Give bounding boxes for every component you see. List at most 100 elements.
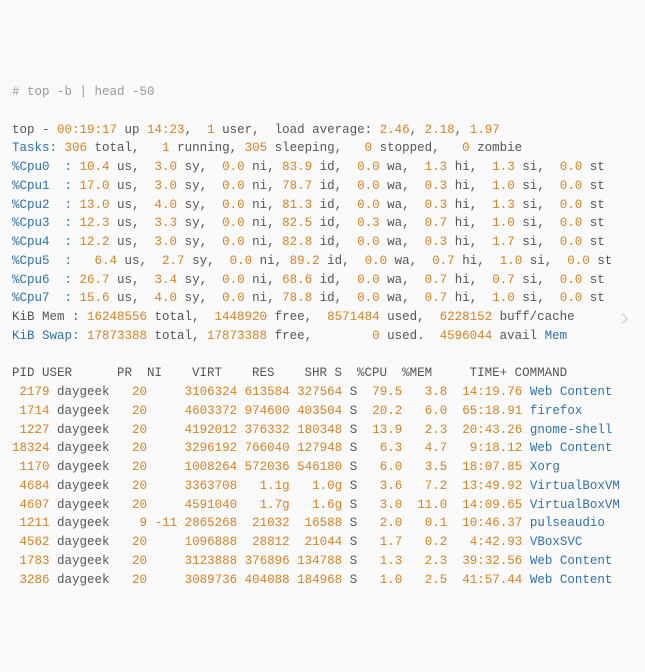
- proc-mem: 2.3: [417, 423, 447, 437]
- cpu-si: 1.0: [492, 291, 515, 305]
- proc-state: S: [350, 441, 358, 455]
- cpu-id: 68.6: [282, 273, 312, 287]
- proc-mem: 2.5: [417, 573, 447, 587]
- proc-pid: 4684: [12, 479, 50, 493]
- swap-mem-label: Mem: [545, 329, 568, 343]
- proc-res: 28812: [245, 535, 290, 549]
- cpu-sy: 3.0: [155, 235, 178, 249]
- proc-cpu: 1.7: [372, 535, 402, 549]
- cpu-si: 1.3: [492, 160, 515, 174]
- proc-time: 4:42.93: [455, 535, 523, 549]
- cpu-si: 1.0: [500, 254, 523, 268]
- proc-pid: 1227: [12, 423, 50, 437]
- tasks-zombie: 0: [462, 141, 470, 155]
- proc-shr: 1.0g: [297, 479, 342, 493]
- cpu-hi: 0.7: [425, 273, 448, 287]
- proc-virt: 3123888: [185, 554, 238, 568]
- cpu-ni: 0.0: [230, 254, 253, 268]
- proc-time: 9:18.12: [455, 441, 523, 455]
- mem-used: 8571484: [327, 310, 380, 324]
- cpu-us: 26.7: [80, 273, 110, 287]
- cpu-st: 0.0: [560, 160, 583, 174]
- proc-state: S: [350, 404, 358, 418]
- cpu-hi: 0.3: [425, 198, 448, 212]
- proc-mem: 0.1: [417, 516, 447, 530]
- users-count: 1: [207, 123, 215, 137]
- proc-virt: 4603372: [185, 404, 238, 418]
- cpu-sy: 3.0: [155, 160, 178, 174]
- proc-ni: [155, 554, 178, 568]
- proc-shr: 184968: [297, 573, 342, 587]
- proc-ni: [155, 479, 178, 493]
- proc-virt: 3296192: [185, 441, 238, 455]
- proc-pid: 3286: [12, 573, 50, 587]
- proc-user: daygeek: [57, 385, 117, 399]
- proc-shr: 546180: [297, 460, 342, 474]
- cpu-ni: 0.0: [222, 198, 245, 212]
- proc-res: 21032: [245, 516, 290, 530]
- cpu-label: %Cpu3 :: [12, 216, 80, 230]
- proc-pr: 20: [117, 573, 147, 587]
- proc-mem: 3.8: [417, 385, 447, 399]
- proc-command: Web Content: [530, 385, 613, 399]
- cpu-label: %Cpu7 :: [12, 291, 80, 305]
- tasks-label: Tasks:: [12, 141, 65, 155]
- cpu-ni: 0.0: [222, 235, 245, 249]
- cpu-st: 0.0: [560, 235, 583, 249]
- cpu-ni: 0.0: [222, 273, 245, 287]
- cpu-hi: 0.7: [425, 291, 448, 305]
- proc-pr: 20: [117, 385, 147, 399]
- proc-pr: 9: [117, 516, 147, 530]
- cpu-hi: 0.3: [425, 235, 448, 249]
- command-text: top -b | head -50: [27, 85, 155, 99]
- proc-virt: 1008264: [185, 460, 238, 474]
- proc-pr: 20: [117, 479, 147, 493]
- cpu-sy: 4.0: [155, 291, 178, 305]
- proc-user: daygeek: [57, 554, 117, 568]
- proc-command: pulseaudio: [530, 516, 605, 530]
- cpu-wa: 0.0: [357, 198, 380, 212]
- cpu-si: 1.0: [492, 179, 515, 193]
- cpu-si: 1.3: [492, 198, 515, 212]
- cpu-wa: 0.0: [357, 235, 380, 249]
- proc-shr: 403504: [297, 404, 342, 418]
- proc-res: 613584: [245, 385, 290, 399]
- proc-state: S: [350, 516, 358, 530]
- proc-res: 572036: [245, 460, 290, 474]
- proc-time: 41:57.44: [455, 573, 523, 587]
- mem-label: KiB Mem :: [12, 310, 87, 324]
- cpu-id: 82.5: [282, 216, 312, 230]
- proc-state: S: [350, 554, 358, 568]
- proc-cpu: 1.3: [372, 554, 402, 568]
- cpu-st: 0.0: [567, 254, 590, 268]
- proc-user: daygeek: [57, 479, 117, 493]
- cpu-si: 1.7: [492, 235, 515, 249]
- proc-shr: 327564: [297, 385, 342, 399]
- tasks-stopped: 0: [365, 141, 373, 155]
- proc-ni: -11: [155, 516, 178, 530]
- proc-virt: 3106324: [185, 385, 238, 399]
- proc-res: 974600: [245, 404, 290, 418]
- proc-command: Xorg: [530, 460, 560, 474]
- cpu-label: %Cpu1 :: [12, 179, 80, 193]
- proc-command: Web Content: [530, 441, 613, 455]
- proc-pid: 1211: [12, 516, 50, 530]
- proc-virt: 4192012: [185, 423, 238, 437]
- cpu-hi: 1.3: [425, 160, 448, 174]
- proc-virt: 2865268: [185, 516, 238, 530]
- cpu-id: 78.7: [282, 179, 312, 193]
- cpu-us: 12.3: [80, 216, 110, 230]
- mem-free: 1448920: [215, 310, 268, 324]
- proc-shr: 16588: [297, 516, 342, 530]
- swap-avail: 4596044: [440, 329, 493, 343]
- load1: 2.46: [380, 123, 410, 137]
- swap-total: 17873388: [87, 329, 147, 343]
- proc-user: daygeek: [57, 516, 117, 530]
- proc-res: 376332: [245, 423, 290, 437]
- cpu-si: 1.0: [492, 216, 515, 230]
- proc-cpu: 79.5: [372, 385, 402, 399]
- proc-virt: 1096888: [185, 535, 238, 549]
- proc-mem: 4.7: [417, 441, 447, 455]
- cpu-hi: 0.3: [425, 179, 448, 193]
- proc-cpu: 2.0: [372, 516, 402, 530]
